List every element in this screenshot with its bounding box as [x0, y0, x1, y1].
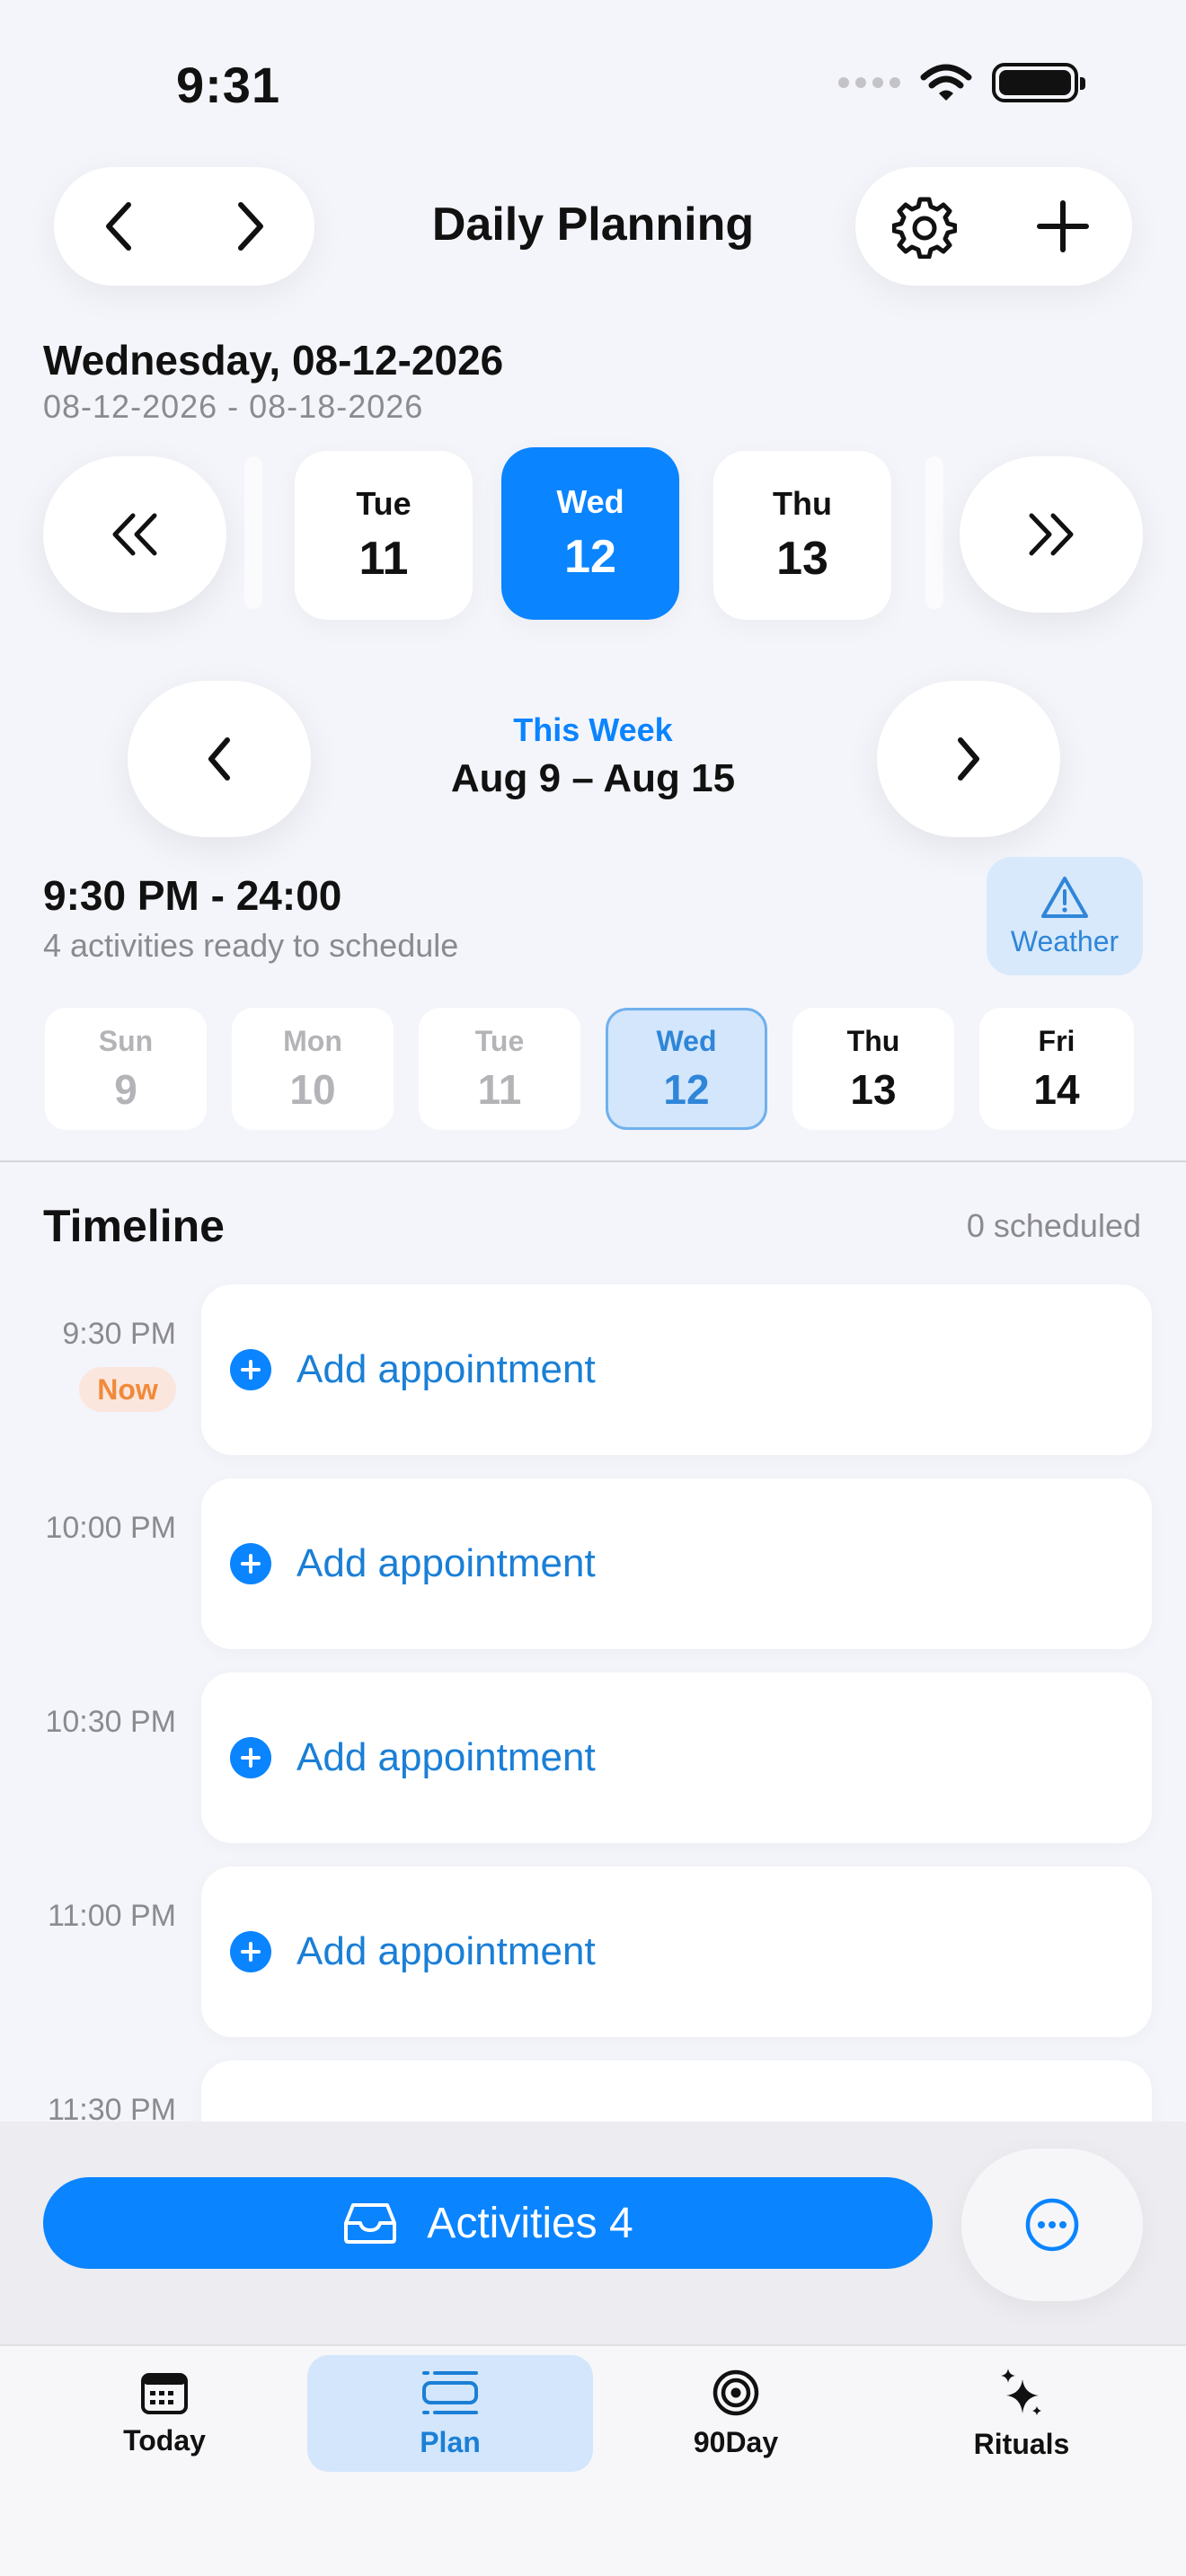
- tab-label: Today: [123, 2423, 206, 2457]
- battery-icon: [992, 63, 1085, 102]
- add-appointment-label: Add appointment: [296, 1541, 596, 1585]
- week-day-item[interactable]: Thu 13: [792, 1008, 954, 1130]
- day-name: Wed: [656, 1024, 717, 1057]
- weather-button[interactable]: Weather: [987, 857, 1143, 975]
- week-day-item[interactable]: Tue 11: [419, 1008, 580, 1130]
- status-time: 9:31: [176, 57, 281, 113]
- plus-icon: [1037, 200, 1089, 252]
- day-strip-item[interactable]: Tue 11: [295, 451, 473, 620]
- day-number: 10: [289, 1065, 336, 1113]
- target-icon: [712, 2369, 759, 2415]
- previous-week-button[interactable]: [43, 456, 226, 613]
- inbox-tray-icon: [344, 2203, 397, 2244]
- timeline-title: Timeline: [43, 1201, 225, 1251]
- settings-button[interactable]: [880, 181, 969, 271]
- section-divider: [0, 1160, 1186, 1162]
- week-day-picker: Sun 9 Mon 10 Tue 11 Wed 12 Thu 13 Fri 14: [45, 1008, 1134, 1130]
- double-chevron-left-icon: [112, 513, 157, 556]
- day-number: 13: [776, 533, 828, 585]
- tab-rituals[interactable]: Rituals: [879, 2355, 1164, 2472]
- day-number: 12: [663, 1065, 710, 1113]
- week-day-item-selected[interactable]: Wed 12: [606, 1008, 767, 1130]
- add-appointment-slot[interactable]: Add appointment: [201, 1672, 1152, 1843]
- plus-circle-icon: [230, 1349, 271, 1390]
- double-chevron-right-icon: [1029, 513, 1074, 556]
- time-label: 10:30 PM: [45, 1705, 176, 1739]
- time-label: 9:30 PM: [62, 1317, 176, 1351]
- cellular-signal-icon: [838, 77, 900, 88]
- day-strip-item-selected[interactable]: Wed 12: [501, 447, 679, 620]
- time-slot-title: 9:30 PM - 24:00: [43, 872, 342, 919]
- day-number: 9: [114, 1065, 137, 1113]
- more-options-button[interactable]: [961, 2148, 1143, 2301]
- gear-icon: [892, 197, 957, 259]
- chevron-right-icon: [958, 737, 979, 781]
- tab-label: Rituals: [973, 2427, 1070, 2460]
- plus-circle-icon: [230, 1931, 271, 1972]
- warning-triangle-icon: [1041, 876, 1088, 918]
- next-week-range-button[interactable]: [877, 681, 1060, 837]
- time-label: 11:00 PM: [47, 1899, 176, 1933]
- day-number: 12: [564, 531, 616, 583]
- tab-today[interactable]: Today: [22, 2355, 307, 2472]
- day-name: Sun: [98, 1024, 154, 1057]
- scheduled-count: 0 scheduled: [966, 1207, 1141, 1244]
- activities-label: Activities 4: [427, 2199, 633, 2247]
- day-number: 11: [358, 533, 409, 585]
- week-day-item[interactable]: Fri 14: [979, 1008, 1134, 1130]
- day-name: Fri: [1038, 1024, 1075, 1057]
- day-name: Wed: [556, 483, 624, 520]
- tab-label: 90Day: [693, 2425, 779, 2458]
- day-name: Thu: [773, 485, 832, 522]
- day-name: Mon: [283, 1024, 342, 1057]
- add-button[interactable]: [1018, 181, 1108, 271]
- plus-circle-icon: [230, 1543, 271, 1584]
- time-label: 10:00 PM: [45, 1511, 176, 1545]
- day-number: 11: [477, 1065, 522, 1113]
- add-appointment-slot[interactable]: Add appointment: [201, 1866, 1152, 2037]
- day-name: Tue: [356, 485, 412, 522]
- day-strip-item[interactable]: Thu 13: [713, 451, 891, 620]
- add-appointment-label: Add appointment: [296, 1735, 596, 1779]
- header-actions-pill: [855, 167, 1132, 286]
- day-strip-edge: [925, 456, 943, 609]
- day-number: 14: [1033, 1065, 1080, 1113]
- day-name: Thu: [846, 1024, 900, 1057]
- wifi-icon: [920, 64, 972, 101]
- add-appointment-slot[interactable]: Add appointment: [201, 1478, 1152, 1649]
- add-appointment-slot[interactable]: Add appointment: [201, 1284, 1152, 1455]
- tab-plan[interactable]: Plan: [307, 2355, 593, 2472]
- plus-circle-icon: [230, 1737, 271, 1778]
- activities-button[interactable]: Activities 4: [43, 2177, 933, 2269]
- plan-list-icon: [422, 2370, 478, 2414]
- selected-date-title: Wednesday, 08-12-2026: [43, 337, 504, 384]
- weather-label: Weather: [1010, 924, 1120, 957]
- week-day-item[interactable]: Mon 10: [232, 1008, 394, 1130]
- now-badge: Now: [79, 1367, 176, 1412]
- ellipsis-circle-icon: [1025, 2198, 1079, 2252]
- day-name: Tue: [474, 1024, 525, 1057]
- add-appointment-label: Add appointment: [296, 1347, 596, 1391]
- add-appointment-label: Add appointment: [296, 1929, 596, 1973]
- tab-90day[interactable]: 90Day: [593, 2355, 879, 2472]
- tab-label: Plan: [420, 2425, 481, 2458]
- time-slot-subtitle: 4 activities ready to schedule: [43, 927, 459, 964]
- status-icons: [838, 63, 1085, 102]
- day-strip-edge: [244, 456, 262, 609]
- next-week-button[interactable]: [960, 456, 1143, 613]
- week-day-item[interactable]: Sun 9: [45, 1008, 207, 1130]
- selected-date-range: 08-12-2026 - 08-18-2026: [43, 388, 424, 425]
- calendar-icon: [141, 2372, 188, 2414]
- day-number: 13: [850, 1065, 897, 1113]
- sparkles-icon: [1001, 2368, 1041, 2415]
